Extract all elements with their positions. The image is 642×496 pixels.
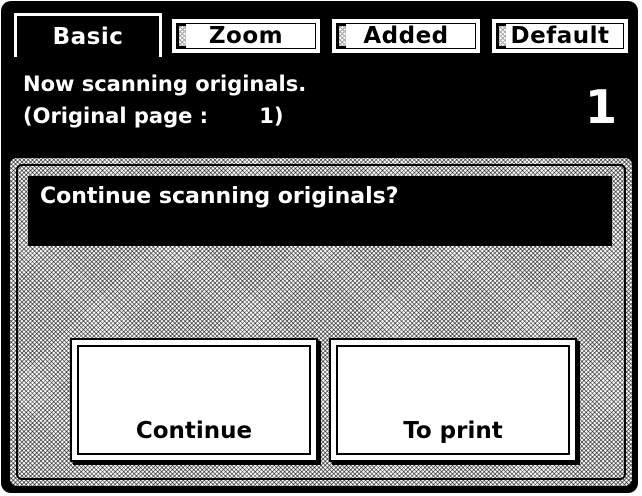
tab-added-label: Added [363, 23, 449, 49]
dialog-area: Continue scanning originals? Continue To… [7, 155, 635, 489]
tab-default-label: Default [510, 23, 610, 49]
tab-zoom[interactable]: Zoom [169, 16, 323, 56]
control-panel: Basic Zoom Added Default Now scanning or… [1, 1, 638, 493]
tab-zoom-label: Zoom [208, 23, 284, 49]
status-line-original-page: (Original page : 1) [23, 104, 284, 128]
page-count: 1 [584, 80, 617, 134]
to-print-button[interactable]: To print [329, 338, 577, 462]
to-print-button-label: To print [403, 418, 503, 444]
continue-button[interactable]: Continue [70, 338, 318, 462]
prompt-box: Continue scanning originals? [28, 176, 612, 246]
tab-basic[interactable]: Basic [14, 13, 162, 57]
prompt-text: Continue scanning originals? [40, 184, 399, 209]
status-line-scanning: Now scanning originals. [23, 72, 307, 96]
tab-default[interactable]: Default [489, 16, 631, 56]
tab-basic-label: Basic [52, 23, 124, 50]
tab-added[interactable]: Added [329, 16, 483, 56]
continue-button-label: Continue [135, 418, 253, 444]
status-message-area: Now scanning originals. (Original page :… [13, 64, 631, 144]
